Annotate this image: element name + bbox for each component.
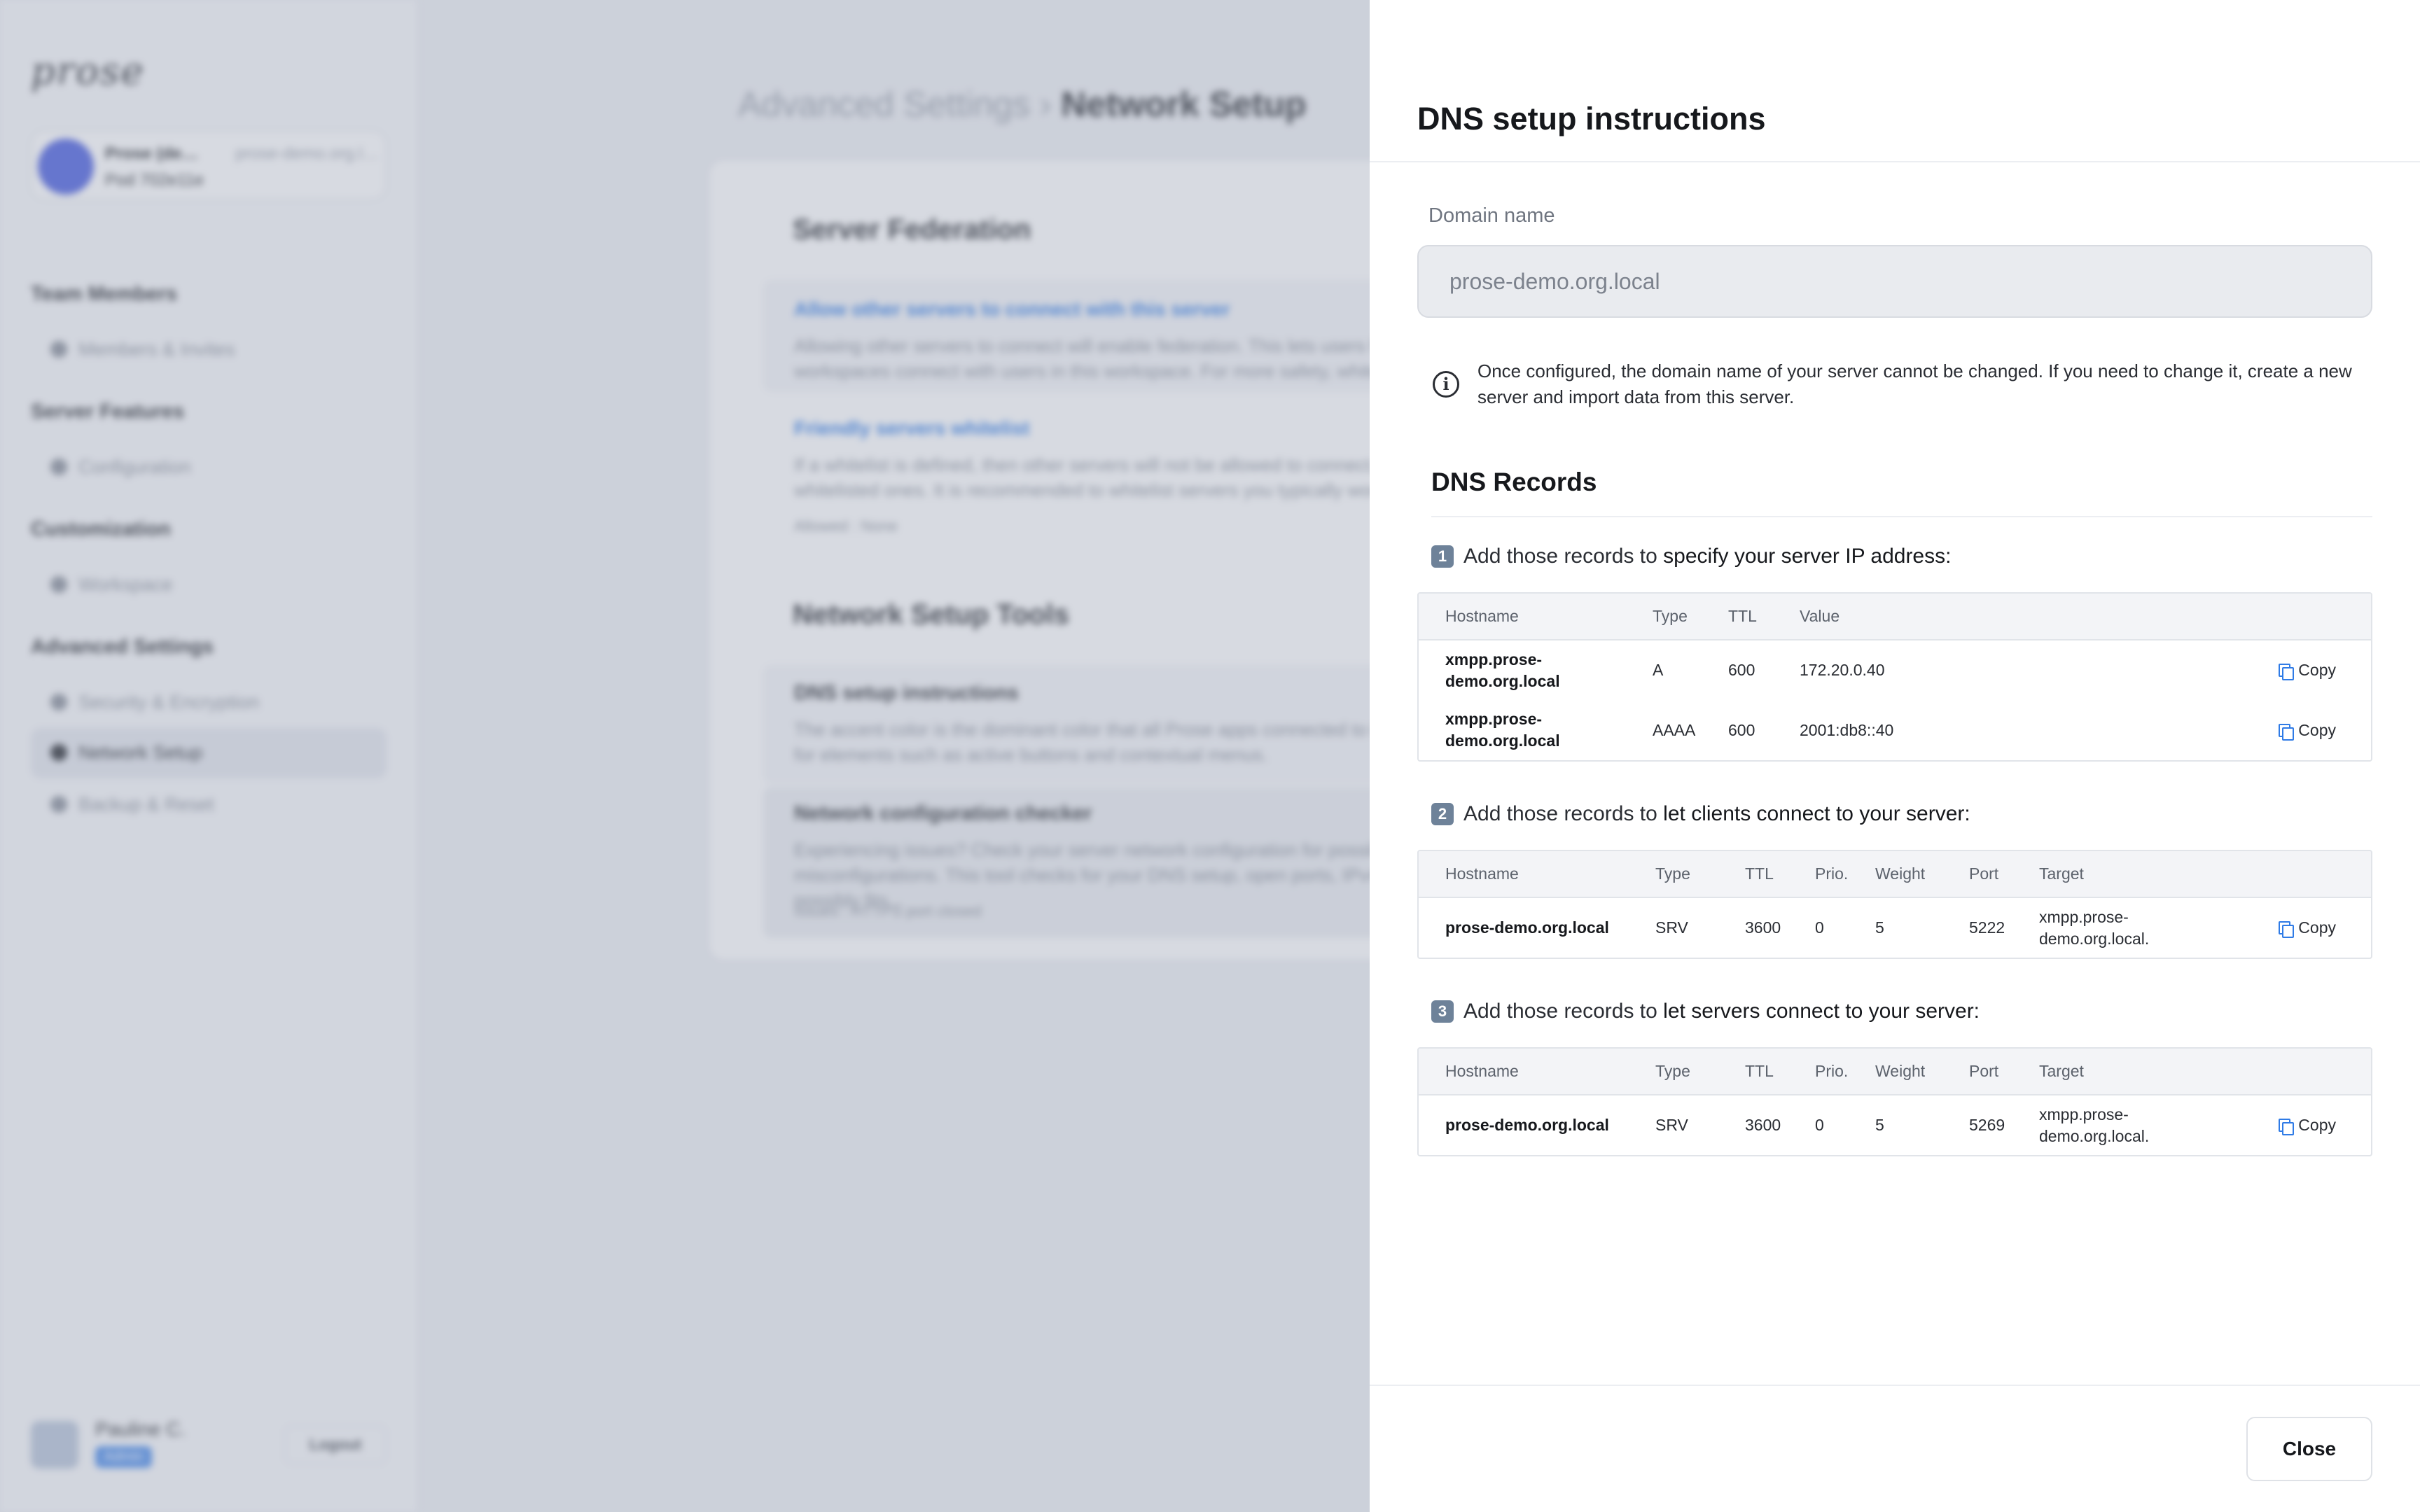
table-header-row: Hostname Type TTL Prio. Weight Port Targ…	[1419, 851, 2371, 897]
copy-icon	[2279, 1119, 2295, 1135]
table-header-row: Hostname Type TTL Value	[1419, 594, 2371, 640]
table-row: xmpp.prose-demo.org.local AAAA 600 2001:…	[1419, 700, 2371, 760]
header-divider	[1370, 161, 2420, 162]
value-cell: 2001:db8::40	[1800, 720, 1894, 739]
ttl-cell: 600	[1728, 661, 1755, 679]
copy-icon	[2279, 664, 2295, 680]
type-cell: AAAA	[1653, 720, 1696, 739]
domain-warning-text: Once configured, the domain name of your…	[1477, 360, 2352, 407]
target-cell: xmpp.prose-demo.org.local.	[2039, 907, 2150, 948]
info-icon: i	[1433, 371, 1459, 398]
hostname-cell: xmpp.prose-demo.org.local	[1445, 650, 1560, 690]
client-srv-table: Hostname Type TTL Prio. Weight Port Targ…	[1417, 850, 2372, 959]
port-cell: 5269	[1969, 1116, 2005, 1134]
type-cell: SRV	[1655, 1116, 1688, 1134]
copy-icon	[2279, 723, 2295, 741]
table-row: xmpp.prose-demo.org.local A 600 172.20.0…	[1419, 640, 2371, 700]
copy-button[interactable]: Copy	[2223, 897, 2371, 958]
step-number-badge: 1	[1431, 545, 1454, 568]
step-servers: 3 Add those records to let servers connec…	[1431, 1000, 1980, 1023]
step-clients: 2 Add those records to let clients connec…	[1431, 802, 1970, 826]
type-cell: SRV	[1655, 918, 1688, 937]
prio-cell: 0	[1815, 1116, 1824, 1134]
table-header-row: Hostname Type TTL Prio. Weight Port Targ…	[1419, 1049, 2371, 1095]
ip-records-table: Hostname Type TTL Value xmpp.prose-demo.…	[1417, 592, 2372, 762]
dns-instructions-panel: DNS setup instructions Domain name i Onc…	[1370, 0, 2420, 1512]
port-cell: 5222	[1969, 918, 2005, 937]
table-row: prose-demo.org.local SRV 3600 0 5 5222 x…	[1419, 897, 2371, 958]
footer-divider	[1370, 1385, 2420, 1386]
panel-title: DNS setup instructions	[1417, 101, 1766, 136]
step-ip-address: 1 Add those records to specify your serve…	[1431, 545, 1951, 568]
table-row: prose-demo.org.local SRV 3600 0 5 5269 x…	[1419, 1095, 2371, 1155]
dns-records-title: DNS Records	[1431, 468, 1597, 496]
server-srv-table: Hostname Type TTL Prio. Weight Port Targ…	[1417, 1047, 2372, 1156]
domain-name-field[interactable]	[1417, 245, 2372, 318]
dns-records-divider	[1431, 516, 2372, 517]
value-cell: 172.20.0.40	[1800, 661, 1885, 679]
prio-cell: 0	[1815, 918, 1824, 937]
hostname-cell: prose-demo.org.local	[1445, 1116, 1609, 1134]
copy-button[interactable]: Copy	[2223, 1095, 2371, 1155]
ttl-cell: 600	[1728, 720, 1755, 739]
ttl-cell: 3600	[1745, 1116, 1781, 1134]
copy-button[interactable]: Copy	[2221, 640, 2371, 700]
step-number-badge: 3	[1431, 1000, 1454, 1023]
hostname-cell: prose-demo.org.local	[1445, 918, 1609, 937]
close-button[interactable]: Close	[2246, 1417, 2372, 1481]
target-cell: xmpp.prose-demo.org.local.	[2039, 1105, 2150, 1145]
step-number-badge: 2	[1431, 803, 1454, 825]
domain-name-label: Domain name	[1428, 204, 1555, 227]
hostname-cell: xmpp.prose-demo.org.local	[1445, 710, 1560, 750]
ttl-cell: 3600	[1745, 918, 1781, 937]
copy-icon	[2279, 921, 2295, 938]
weight-cell: 5	[1875, 1116, 1884, 1134]
weight-cell: 5	[1875, 918, 1884, 937]
copy-button[interactable]: Copy	[2221, 700, 2371, 760]
type-cell: A	[1653, 661, 1664, 679]
